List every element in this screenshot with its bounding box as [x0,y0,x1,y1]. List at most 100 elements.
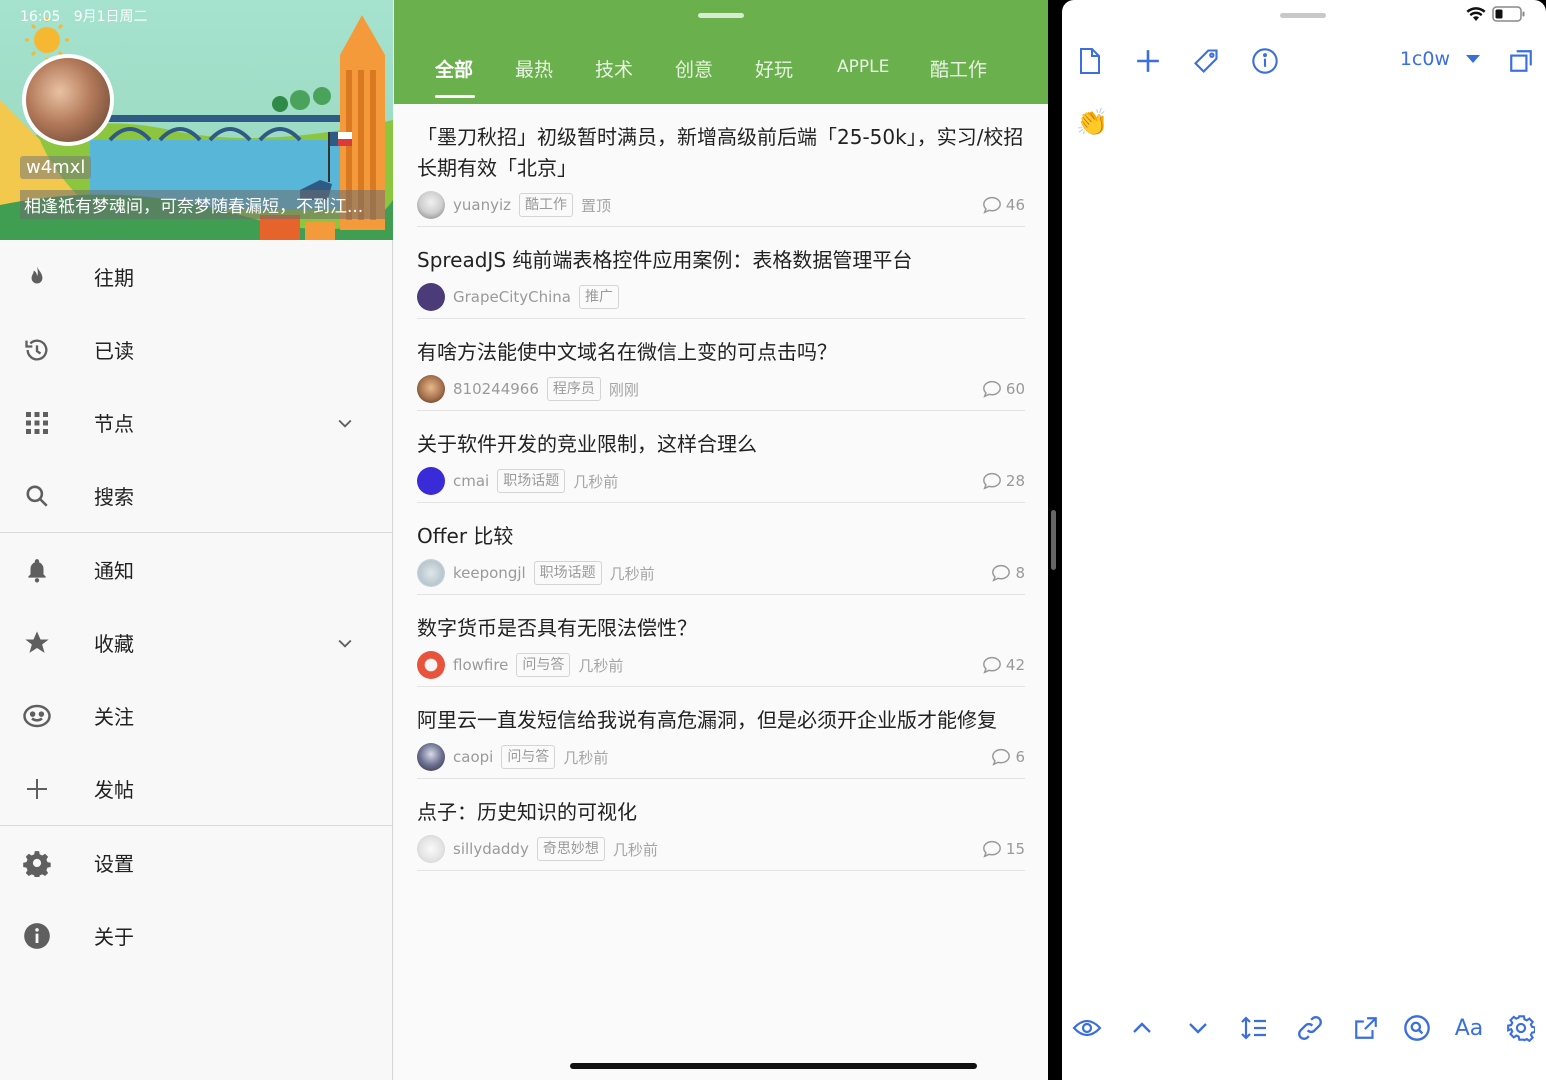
line-spacing-icon [1241,1016,1266,1040]
topic-title[interactable]: 关于软件开发的竞业限制，这样合理么 [417,411,1025,460]
comment-icon [982,472,1001,490]
node-tag[interactable]: 程序员 [546,377,601,401]
topic-title[interactable]: 「墨刀秋招」初级暂时满员，新增高级前后端「25-50k」，实习/校招长期有效「北… [417,104,1025,184]
topic-title[interactable]: 数字货币是否具有无限法偿性？ [417,595,1025,644]
search-icon [1404,1015,1430,1041]
topic-title[interactable]: SpreadJS 纯前端表格控件应用案例：表格数据管理平台 [417,227,1025,276]
font-button[interactable]: Aa [1452,1010,1486,1046]
home-indicator[interactable] [570,1063,977,1069]
preview-button[interactable] [1070,1010,1104,1046]
line-spacing-button[interactable] [1237,1010,1271,1046]
user-avatar[interactable] [417,835,445,863]
window-grabber[interactable] [1280,13,1326,18]
topic-item[interactable]: SpreadJS 纯前端表格控件应用案例：表格数据管理平台 GrapeCityC… [417,227,1025,319]
user-avatar[interactable] [417,375,445,403]
comment-icon [982,380,1001,398]
topic-meta: GrapeCityChina 推广 [417,276,1025,318]
user-avatar[interactable] [417,559,445,587]
new-document-button[interactable] [1073,44,1107,78]
link-button[interactable] [1293,1010,1327,1046]
find-button[interactable] [1400,1010,1434,1046]
tag-button[interactable] [1189,44,1223,78]
topic-time: 几秒前 [612,840,658,859]
topic-item[interactable]: 「墨刀秋招」初级暂时满员，新增高级前后端「25-50k」，实习/校招长期有效「北… [417,104,1025,227]
menu-item-new-post[interactable]: 发帖 [0,752,393,825]
menu-item-read[interactable]: 已读 [0,313,393,386]
topic-title[interactable]: 点子：历史知识的可视化 [417,779,1025,828]
topic-item[interactable]: Offer 比较 keepongjl 职场话题 几秒前 8 [417,503,1025,595]
node-tag[interactable]: 奇思妙想 [536,837,605,861]
topic-author[interactable]: cmai [453,472,489,490]
topic-author[interactable]: caopi [453,748,493,766]
topic-author[interactable]: flowfire [453,656,508,674]
node-tag[interactable]: 问与答 [501,745,556,769]
topic-author[interactable]: GrapeCityChina [453,288,571,306]
menu-item-following[interactable]: 关注 [0,679,393,752]
menu-item-about[interactable]: 关于 [0,899,393,972]
reply-count: 42 [982,656,1025,674]
chevron-down-icon[interactable] [335,633,355,653]
share-button[interactable] [1349,1010,1383,1046]
username[interactable]: w4mxl [20,156,92,179]
tab-play[interactable]: 好玩 [755,55,793,82]
topic-author[interactable]: yuanyiz [453,196,511,214]
reply-count: 46 [982,196,1025,214]
menu-item-favorites[interactable]: 收藏 [0,606,393,679]
menu-item-history-topics[interactable]: 往期 [0,240,393,313]
user-avatar[interactable] [417,743,445,771]
topic-meta: cmai 职场话题 几秒前 28 [417,460,1025,502]
info-button[interactable] [1248,44,1282,78]
tab-creative[interactable]: 创意 [675,55,713,82]
add-button[interactable] [1131,44,1165,78]
fire-icon [22,262,52,292]
scroll-up-button[interactable] [1125,1010,1159,1046]
node-tag[interactable]: 职场话题 [533,561,602,585]
comment-icon [982,196,1001,214]
scroll-down-button[interactable] [1181,1010,1215,1046]
topic-author[interactable]: 810244966 [453,380,539,398]
user-signature: 相逢祗有梦魂间，可奈梦随春漏短，不到江... [20,190,385,219]
editor-content[interactable]: 👏 [1076,108,1108,138]
user-selector[interactable]: 1c0w [1400,48,1480,70]
status-icons [1466,6,1526,22]
history-icon [22,335,52,365]
chevron-up-icon [1133,1022,1151,1033]
topic-title[interactable]: Offer 比较 [417,503,1025,552]
tab-apple[interactable]: APPLE [837,57,889,77]
menu-item-notifications[interactable]: 通知 [0,533,393,606]
topic-title[interactable]: 阿里云一直发短信给我说有高危漏洞，但是必须开企业版才能修复 [417,687,1025,736]
chevron-down-icon[interactable] [335,413,355,433]
comment-icon [992,748,1011,766]
topic-item[interactable]: 点子：历史知识的可视化 sillydaddy 奇思妙想 几秒前 15 [417,779,1025,871]
node-tag[interactable]: 酷工作 [519,193,574,217]
menu-item-nodes[interactable]: 节点 [0,386,393,459]
topic-item[interactable]: 数字货币是否具有无限法偿性？ flowfire 问与答 几秒前 42 [417,595,1025,687]
node-tag[interactable]: 问与答 [516,653,571,677]
menu-item-search[interactable]: 搜索 [0,459,393,532]
wifi-icon [1466,6,1486,21]
topic-author[interactable]: sillydaddy [453,840,529,858]
user-avatar[interactable] [417,191,445,219]
expand-button[interactable] [1504,44,1538,78]
topic-item[interactable]: 关于软件开发的竞业限制，这样合理么 cmai 职场话题 几秒前 28 [417,411,1025,503]
node-tag[interactable]: 推广 [578,285,619,309]
user-avatar[interactable] [22,54,114,146]
topic-item[interactable]: 阿里云一直发短信给我说有高危漏洞，但是必须开企业版才能修复 caopi 问与答 … [417,687,1025,779]
tab-all[interactable]: 全部 [435,55,473,82]
user-avatar[interactable] [417,283,445,311]
menu-item-settings[interactable]: 设置 [0,826,393,899]
tab-tech[interactable]: 技术 [595,55,633,82]
split-view-divider[interactable] [1051,510,1056,570]
drawer-header: 16:05 9月1日周二 w4mxl 相逢祗有梦魂间，可奈梦随春漏短，不到江..… [0,0,393,240]
topic-meta: yuanyiz 酷工作 置顶 46 [417,184,1025,226]
tab-jobs[interactable]: 酷工作 [930,55,987,82]
tab-hot[interactable]: 最热 [515,55,553,82]
node-tag[interactable]: 职场话题 [497,469,566,493]
user-avatar[interactable] [417,651,445,679]
topic-title[interactable]: 有啥方法能使中文域名在微信上变的可点击吗？ [417,319,1025,368]
topic-author[interactable]: keepongjl [453,564,526,582]
topic-item[interactable]: 有啥方法能使中文域名在微信上变的可点击吗？ 810244966 程序员 刚刚 6… [417,319,1025,411]
settings-button[interactable] [1504,1010,1538,1046]
window-grabber[interactable] [698,13,744,18]
user-avatar[interactable] [417,467,445,495]
